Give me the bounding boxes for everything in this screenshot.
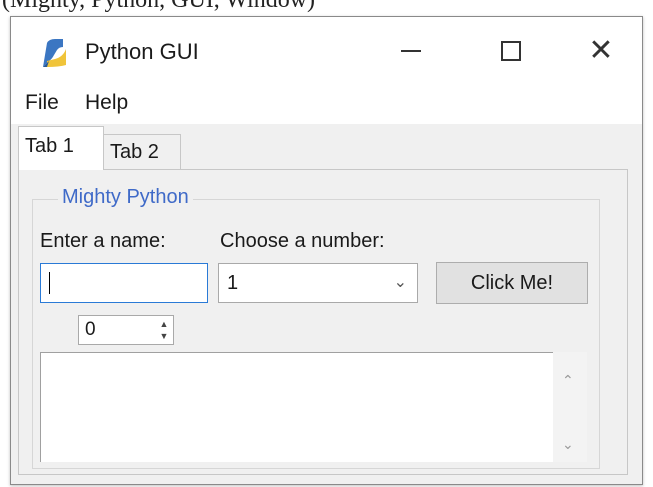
minimize-button[interactable] (371, 25, 451, 77)
close-icon: ✕ (588, 34, 614, 67)
spin-arrows-icon[interactable]: ▲ ▼ (157, 318, 171, 342)
minimize-icon (401, 50, 421, 52)
click-me-button[interactable]: Click Me! (436, 262, 588, 304)
name-input[interactable] (40, 263, 208, 303)
number-combobox[interactable]: 1 ⌄ (218, 263, 418, 303)
top-caption-text: (Mighty, Python, GUI, Window) (2, 0, 316, 13)
number-spinbox[interactable]: 0 ▲ ▼ (78, 315, 174, 345)
maximize-button[interactable] (471, 25, 551, 77)
python-feather-icon (43, 39, 66, 67)
close-button[interactable]: ✕ (561, 25, 641, 77)
menu-help[interactable]: Help (85, 91, 128, 115)
spinbox-value: 0 (85, 319, 96, 340)
scroll-up-icon[interactable]: ⌃ (562, 372, 574, 389)
tab-1-label: Tab 1 (25, 135, 74, 157)
text-caret (49, 272, 50, 294)
window-title: Python GUI (85, 39, 199, 64)
menu-bar: File Help (11, 85, 642, 123)
top-caption-clipped: (Mighty, Python, GUI, Window) (0, 0, 653, 16)
tab-2-label: Tab 2 (110, 141, 159, 163)
scrolled-text-area[interactable] (40, 352, 553, 462)
tab-1[interactable]: Tab 1 (18, 126, 104, 170)
spin-down-icon[interactable]: ▼ (157, 330, 171, 342)
title-bar: Python GUI ✕ (11, 17, 642, 83)
chevron-down-icon[interactable]: ⌄ (394, 272, 407, 292)
number-combobox-value: 1 (227, 272, 239, 294)
vertical-scrollbar[interactable]: ⌃ ⌄ (553, 352, 587, 462)
groupbox-title: Mighty Python (58, 186, 193, 209)
maximize-icon (501, 41, 521, 61)
enter-name-label: Enter a name: (40, 230, 166, 252)
menu-file[interactable]: File (25, 91, 59, 115)
spin-up-icon[interactable]: ▲ (157, 318, 171, 330)
choose-number-label: Choose a number: (220, 230, 385, 252)
scroll-down-icon[interactable]: ⌄ (562, 436, 574, 453)
tab-2[interactable]: Tab 2 (103, 134, 181, 170)
